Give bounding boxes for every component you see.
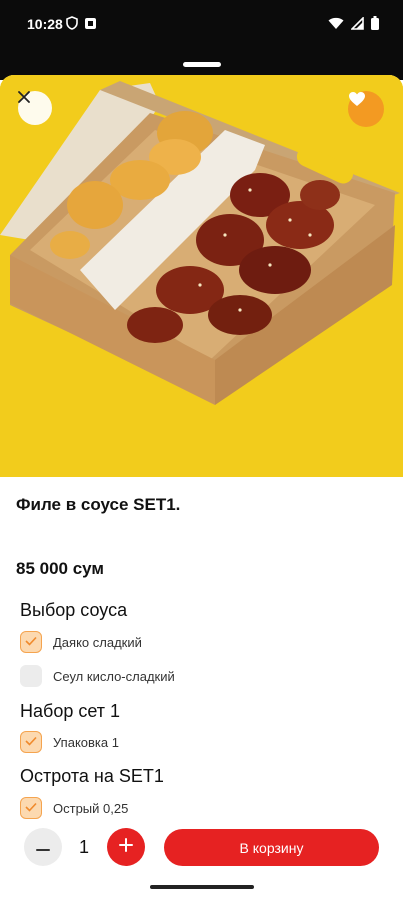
quantity-increase-button[interactable] xyxy=(107,828,145,866)
favorite-button[interactable] xyxy=(348,91,384,127)
option-label: Даяко сладкий xyxy=(53,634,142,650)
checkbox-checked[interactable] xyxy=(20,797,42,819)
wifi-icon xyxy=(328,17,344,35)
plus-icon xyxy=(119,837,133,857)
option-package-1[interactable]: Упаковка 1 xyxy=(20,730,119,754)
product-sheet: Филе в соусе SET1. 85 000 сум Выбор соус… xyxy=(0,75,403,900)
food-box-image xyxy=(0,75,403,477)
option-sauce-seoul[interactable]: Сеул кисло-сладкий xyxy=(20,664,175,688)
section-title-spiciness: Острота на SET1 xyxy=(20,766,164,786)
option-label: Упаковка 1 xyxy=(53,734,119,750)
checkbox-unchecked[interactable] xyxy=(20,665,42,687)
checkbox-checked[interactable] xyxy=(20,631,42,653)
close-button[interactable] xyxy=(18,91,52,125)
section-title-set: Набор сет 1 xyxy=(20,701,121,721)
signal-icon xyxy=(350,15,364,35)
option-label: Сеул кисло-сладкий xyxy=(53,668,175,684)
product-price: 85 000 сум xyxy=(16,559,104,578)
status-bar: 10:28 xyxy=(0,0,403,50)
battery-icon xyxy=(371,16,379,35)
option-spicy[interactable]: Острый 0,25 xyxy=(20,796,128,820)
notification-icon xyxy=(84,17,97,35)
quantity-value: 1 xyxy=(78,837,89,857)
product-title: Филе в соусе SET1. xyxy=(16,495,181,514)
shield-icon xyxy=(66,16,78,35)
check-icon xyxy=(25,799,37,817)
sheet-drag-handle[interactable] xyxy=(183,62,221,67)
check-icon xyxy=(25,733,37,751)
home-indicator[interactable] xyxy=(150,885,254,889)
minus-icon xyxy=(36,838,50,856)
bottom-action-bar: 1 В корзину xyxy=(0,828,403,872)
section-title-sauce: Выбор соуса xyxy=(20,600,128,620)
checkbox-checked[interactable] xyxy=(20,731,42,753)
option-label: Острый 0,25 xyxy=(53,800,129,816)
option-sauce-dayako[interactable]: Даяко сладкий xyxy=(20,630,142,654)
quantity-decrease-button[interactable] xyxy=(24,828,62,866)
check-icon xyxy=(25,633,37,651)
add-to-cart-button[interactable]: В корзину xyxy=(164,829,379,866)
status-time: 10:28 xyxy=(27,16,63,32)
